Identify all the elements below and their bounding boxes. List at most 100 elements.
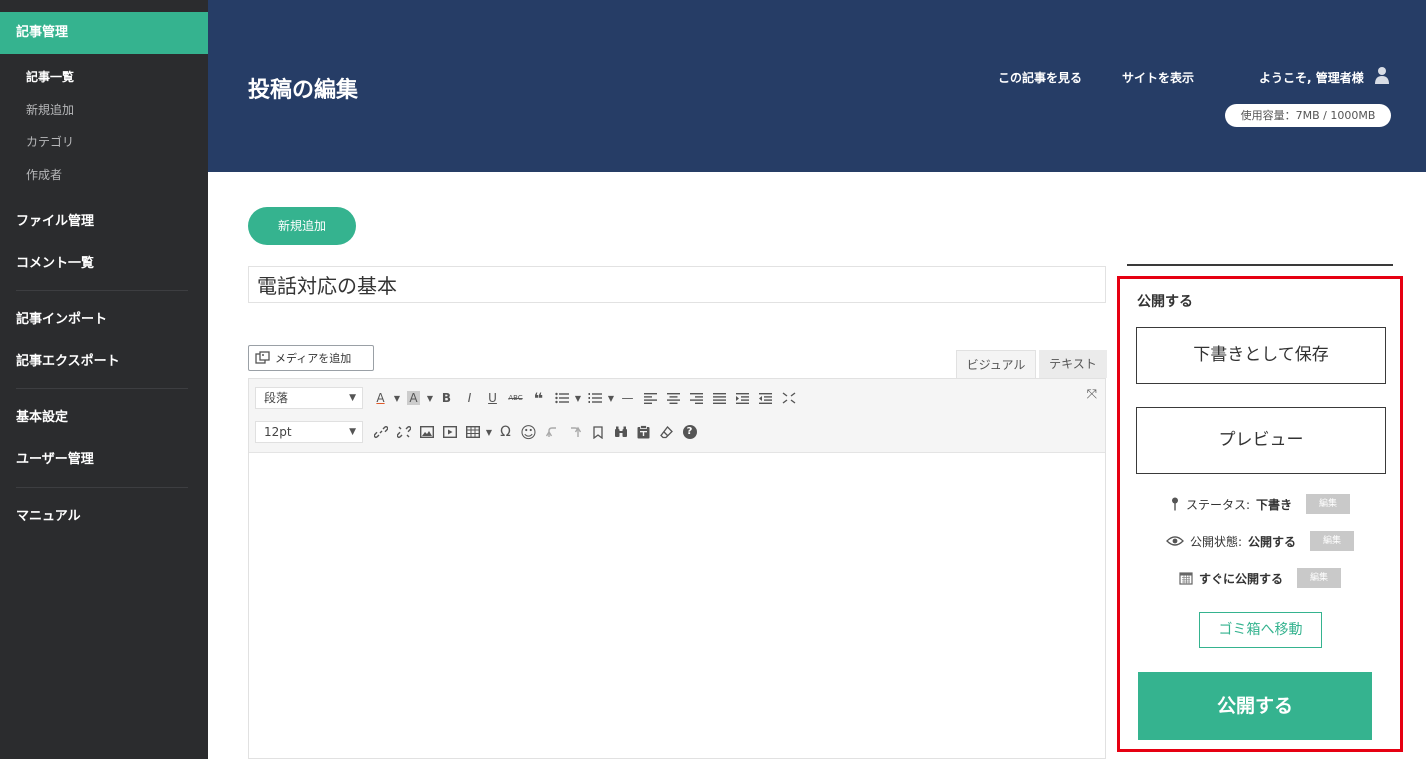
indent-button[interactable] [731, 387, 754, 409]
chevron-down-icon[interactable]: ▼ [484, 428, 494, 437]
redo-icon [570, 426, 581, 437]
move-to-trash-button[interactable]: ゴミ箱へ移動 [1199, 612, 1322, 648]
sidebar-subitem-article-list[interactable]: 記事一覧 [26, 68, 74, 85]
align-right-icon [690, 392, 703, 404]
sidebar-subitem-category[interactable]: カテゴリ [26, 133, 74, 150]
chevron-down-icon[interactable]: ▼ [425, 394, 435, 403]
eraser-icon [660, 425, 673, 438]
chevron-down-icon[interactable]: ▼ [573, 394, 583, 403]
bold-button[interactable]: B [435, 387, 458, 409]
find-replace-button[interactable] [609, 421, 632, 443]
chevron-down-icon[interactable]: ▼ [392, 394, 402, 403]
bookmark-button[interactable] [586, 421, 609, 443]
align-left-button[interactable] [639, 387, 662, 409]
edit-status-button[interactable]: 編集 [1306, 494, 1351, 514]
horizontal-rule-button[interactable]: — [616, 387, 639, 409]
bookmark-icon [592, 425, 603, 439]
align-left-icon [644, 392, 657, 404]
strikethrough-button[interactable]: ABC [504, 387, 527, 409]
view-post-link[interactable]: この記事を見る [998, 69, 1082, 86]
undo-button[interactable] [540, 421, 563, 443]
visibility-label: 公開状態: [1189, 534, 1243, 549]
publish-button[interactable]: 公開する [1138, 672, 1372, 740]
status-row: ステータス: 下書き 編集 [1120, 494, 1400, 514]
sidebar-subitem-author[interactable]: 作成者 [26, 166, 62, 183]
paste-text-button[interactable] [632, 421, 655, 443]
numbered-list-button[interactable] [583, 387, 606, 409]
sidebar-subitem-add-new[interactable]: 新規追加 [26, 101, 74, 118]
unlink-button[interactable] [392, 421, 415, 443]
sidebar-item-article-export[interactable]: 記事エクスポート [16, 350, 120, 369]
clipboard-icon [637, 425, 650, 439]
undo-icon [545, 427, 556, 437]
chevron-down-icon[interactable]: ▼ [606, 394, 616, 403]
table-icon [465, 426, 480, 438]
align-center-button[interactable] [662, 387, 685, 409]
post-title-input[interactable] [248, 266, 1106, 303]
fullscreen-button[interactable]: ⤧ [1087, 387, 1097, 402]
welcome-user-link[interactable]: ようこそ, 管理者様 [1259, 69, 1364, 86]
publish-panel-heading: 公開する [1137, 294, 1193, 310]
sidebar-item-file-management[interactable]: ファイル管理 [16, 210, 94, 229]
emoticon-button[interactable]: ☺ [517, 421, 540, 443]
storage-capacity-badge: 使用容量：7MB / 1000MB [1225, 104, 1391, 127]
sidebar-item-article-import[interactable]: 記事インポート [16, 308, 107, 327]
format-select[interactable]: 段落 ▼ [255, 387, 363, 409]
tab-text[interactable]: テキスト [1039, 350, 1107, 378]
insert-image-button[interactable] [415, 421, 438, 443]
clear-format-button[interactable] [655, 421, 678, 443]
edit-schedule-button[interactable]: 編集 [1297, 568, 1341, 588]
font-size-select[interactable]: 12pt ▼ [255, 421, 363, 443]
content-editor[interactable]: 段落 ▼ A ▼ A ▼ B I U ABC ❝ ▼ ▼ — ⤧ 12pt ▼ … [248, 378, 1106, 759]
pin-icon [1171, 497, 1178, 511]
text-color-button[interactable]: A [369, 387, 392, 409]
align-justify-icon [713, 392, 726, 404]
bullet-list-button[interactable] [550, 387, 573, 409]
insert-table-button[interactable] [461, 421, 484, 443]
media-icon [255, 351, 270, 364]
status-label: ステータス: [1185, 497, 1251, 512]
blockquote-icon: ❝ [533, 388, 544, 408]
underline-button[interactable]: U [481, 387, 504, 409]
edit-visibility-button[interactable]: 編集 [1310, 531, 1355, 551]
sidebar: 記事管理 記事一覧 新規追加 カテゴリ 作成者 ファイル管理 コメント一覧 記事… [0, 0, 208, 759]
user-icon[interactable] [1374, 66, 1390, 86]
add-media-button[interactable]: メディアを追加 [248, 345, 374, 371]
view-site-link[interactable]: サイトを表示 [1122, 69, 1194, 86]
font-size-select-value: 12pt [264, 425, 292, 439]
blockquote-button[interactable]: ❝ [527, 387, 550, 409]
sidebar-item-comment-list[interactable]: コメント一覧 [16, 252, 94, 271]
insert-media-button[interactable] [438, 421, 461, 443]
outdent-button[interactable] [754, 387, 777, 409]
outdent-icon [759, 392, 772, 404]
schedule-label: すぐに公開する [1198, 571, 1283, 586]
unlink-icon [396, 425, 411, 439]
expand-button[interactable] [777, 387, 800, 409]
sidebar-item-basic-settings[interactable]: 基本設定 [16, 406, 68, 425]
editor-toolbar: 段落 ▼ A ▼ A ▼ B I U ABC ❝ ▼ ▼ — ⤧ 12pt ▼ … [249, 379, 1105, 453]
help-button[interactable]: ? [678, 421, 701, 443]
italic-button[interactable]: I [458, 387, 481, 409]
eye-icon [1166, 536, 1184, 546]
redo-button[interactable] [563, 421, 586, 443]
sidebar-item-manual[interactable]: マニュアル [16, 505, 81, 524]
preview-button[interactable]: プレビュー [1136, 407, 1386, 474]
video-icon [442, 426, 457, 438]
link-button[interactable] [369, 421, 392, 443]
special-character-button[interactable]: Ω [494, 421, 517, 443]
sidebar-item-user-management[interactable]: ユーザー管理 [16, 448, 94, 467]
add-new-button[interactable]: 新規追加 [248, 207, 356, 245]
align-justify-button[interactable] [708, 387, 731, 409]
align-right-button[interactable] [685, 387, 708, 409]
align-center-icon [667, 392, 680, 404]
format-select-value: 段落 [264, 391, 289, 405]
sidebar-item-article-management[interactable]: 記事管理 [0, 12, 208, 54]
save-draft-button[interactable]: 下書きとして保存 [1136, 327, 1386, 384]
sidebar-divider [16, 290, 188, 291]
background-color-button[interactable]: A [402, 387, 425, 409]
visibility-row: 公開状態: 公開する 編集 [1120, 531, 1400, 551]
omega-icon: Ω [500, 424, 511, 440]
tab-visual[interactable]: ビジュアル [956, 350, 1036, 378]
indent-icon [736, 392, 749, 404]
chevron-down-icon: ▼ [349, 393, 356, 403]
